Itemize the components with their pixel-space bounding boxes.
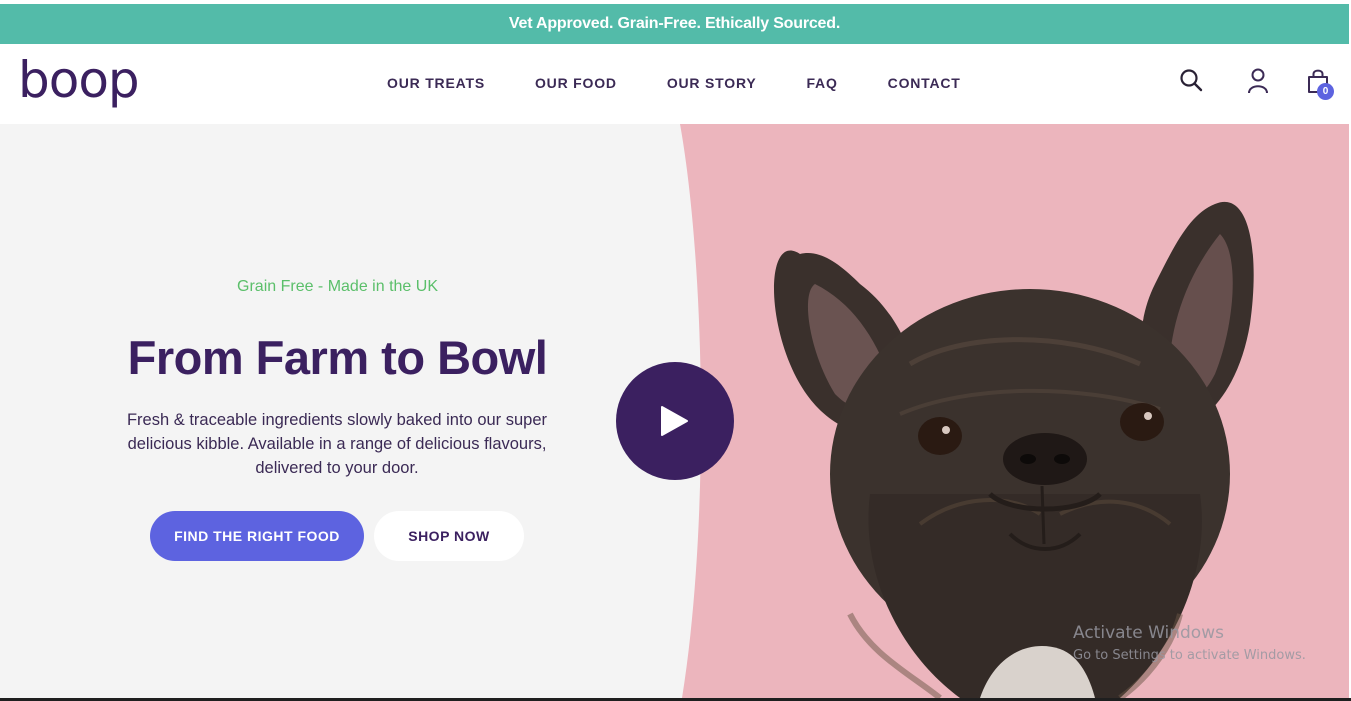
cart-count-badge: 0	[1317, 83, 1334, 100]
nav-our-food[interactable]: OUR FOOD	[535, 75, 617, 91]
french-bulldog-image	[773, 201, 1254, 698]
windows-watermark-subtitle: Go to Settings to activate Windows.	[1073, 648, 1306, 663]
nav-contact[interactable]: CONTACT	[888, 75, 961, 91]
announcement-text: Vet Approved. Grain-Free. Ethically Sour…	[508, 15, 841, 32]
shop-now-button[interactable]: SHOP NOW	[374, 511, 524, 561]
main-nav: OUR TREATS OUR FOOD OUR STORY FAQ CONTAC…	[387, 75, 961, 91]
find-right-food-button[interactable]: FIND THE RIGHT FOOD	[150, 511, 364, 561]
nav-our-treats[interactable]: OUR TREATS	[387, 75, 485, 91]
nav-faq[interactable]: FAQ	[806, 75, 837, 91]
hero-section: Grain Free - Made in the UK From Farm to…	[0, 124, 1349, 698]
user-icon[interactable]	[1247, 68, 1269, 99]
site-header: boop OUR TREATS OUR FOOD OUR STORY FAQ C…	[0, 44, 1349, 124]
play-icon	[661, 406, 688, 436]
logo[interactable]: boop	[18, 50, 140, 110]
play-video-button[interactable]	[616, 362, 734, 480]
nav-our-story[interactable]: OUR STORY	[667, 75, 757, 91]
announcement-bar: Vet Approved. Grain-Free. Ethically Sour…	[0, 4, 1349, 44]
hero-tagline: Grain Free - Made in the UK	[237, 278, 438, 295]
search-icon[interactable]	[1179, 68, 1203, 97]
hero-headline: From Farm to Bowl	[127, 331, 548, 384]
windows-watermark-title: Activate Windows	[1073, 623, 1224, 643]
hero-description: Fresh & traceable ingredients slowly bak…	[126, 411, 548, 477]
